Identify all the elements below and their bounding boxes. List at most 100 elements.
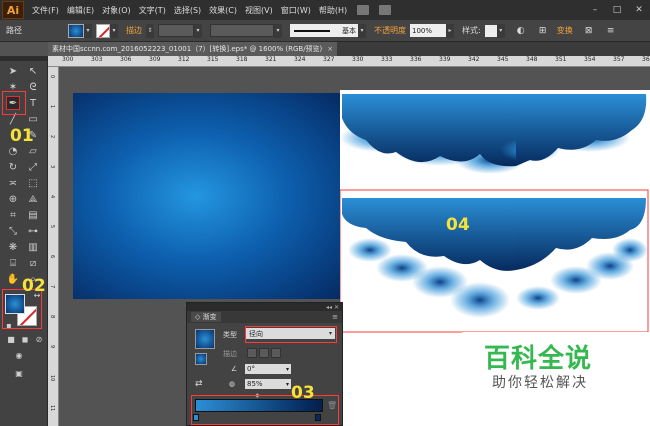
- slice-icon[interactable]: ⧄: [26, 256, 40, 270]
- none-mode-icon[interactable]: ⊘: [32, 332, 46, 346]
- stroke-weight-field[interactable]: [158, 24, 194, 37]
- mesh-icon[interactable]: ⌗: [6, 208, 20, 222]
- recolor-artwork-icon[interactable]: ◐: [515, 25, 527, 37]
- fill-dropdown-icon[interactable]: ▾: [84, 23, 92, 38]
- gradient-icon[interactable]: ▤: [26, 208, 40, 222]
- width-icon[interactable]: ≍: [6, 176, 20, 190]
- collapse-icon[interactable]: ◂◂ ✕: [326, 304, 339, 311]
- ruler-tick-label: 6: [49, 255, 55, 259]
- stroke-along-icon[interactable]: [259, 348, 269, 358]
- type-icon[interactable]: T: [26, 96, 40, 110]
- stroke-weight-stepper[interactable]: ⇕: [146, 23, 154, 38]
- opacity-link[interactable]: 不透明度: [374, 25, 406, 36]
- screen-mode-icon[interactable]: ▣: [12, 366, 26, 380]
- document-tab[interactable]: 素材中国sccnn.com_2016052223_01001（7）[转换].ep…: [48, 42, 338, 56]
- arrange-documents-icon[interactable]: [379, 5, 392, 15]
- stroke-dropdown-icon[interactable]: ▾: [110, 23, 118, 38]
- ruler-tick-label: 300: [62, 56, 74, 63]
- brush-dropdown[interactable]: ▾: [358, 23, 366, 38]
- perspective-icon[interactable]: ⟁: [26, 192, 40, 206]
- menu-file[interactable]: 文件(F): [32, 5, 59, 16]
- stroke-label: 描边: [223, 350, 237, 358]
- stroke-weight-dropdown[interactable]: ▾: [194, 23, 202, 38]
- stroke-across-icon[interactable]: [271, 348, 281, 358]
- opacity-field[interactable]: 100%: [410, 24, 446, 37]
- transform-link[interactable]: 变换: [557, 25, 573, 36]
- fill-color-box[interactable]: [5, 294, 25, 314]
- menu-edit[interactable]: 编辑(E): [67, 5, 94, 16]
- rotate-icon[interactable]: ↻: [6, 160, 20, 174]
- lasso-icon[interactable]: ᘓ: [26, 80, 40, 94]
- ruler-tick-label: 348: [526, 56, 538, 63]
- ruler-tick-label: 354: [584, 56, 596, 63]
- minimize-icon[interactable]: –: [584, 0, 606, 20]
- cloud-bottom-left[interactable]: [342, 198, 516, 318]
- cloud-bottom-right[interactable]: [516, 198, 648, 310]
- gradient-mode-icon[interactable]: ◼: [18, 332, 32, 346]
- close-tab-icon[interactable]: ×: [327, 45, 333, 53]
- cloud-top-right[interactable]: [500, 94, 647, 166]
- brush-definition[interactable]: 基本: [290, 24, 358, 37]
- eraser-icon[interactable]: ▱: [26, 144, 40, 158]
- ruler-tick-label: 351: [555, 56, 567, 63]
- fill-swatch[interactable]: [68, 23, 84, 38]
- illustrator-logo: Ai: [2, 1, 24, 19]
- aspect-ratio-value: 85%: [247, 380, 263, 388]
- draw-mode-icon[interactable]: ◉: [12, 348, 26, 362]
- ruler-tick-label: 9: [49, 345, 55, 349]
- rectangle-icon[interactable]: ▭: [26, 112, 40, 126]
- step-02-label: 02: [22, 276, 46, 296]
- panel-menu-icon[interactable]: ≡: [332, 313, 338, 321]
- color-mode-icon[interactable]: ■: [4, 332, 18, 346]
- variable-width-dropdown[interactable]: ▾: [274, 23, 282, 38]
- direct-selection-icon[interactable]: ↖: [26, 64, 40, 78]
- shape-builder-icon[interactable]: ⊕: [6, 192, 20, 206]
- blend-icon[interactable]: ⊶: [26, 224, 40, 238]
- ruler-tick-label: 333: [381, 56, 393, 63]
- close-icon[interactable]: ✕: [628, 0, 650, 20]
- graphic-style-dropdown[interactable]: ▾: [496, 23, 505, 38]
- bridge-icon[interactable]: [357, 5, 370, 15]
- stroke-swatch[interactable]: [96, 23, 110, 38]
- scale-icon[interactable]: ⤢: [26, 160, 40, 174]
- blob-brush-icon[interactable]: ◔: [6, 144, 20, 158]
- tools-panel-header[interactable]: [0, 56, 47, 61]
- stroke-link[interactable]: 描边: [126, 25, 142, 36]
- menu-effect[interactable]: 效果(C): [209, 5, 237, 16]
- aspect-ratio-field[interactable]: 85% ▾: [245, 379, 291, 389]
- ruler-tick-label: 336: [410, 56, 422, 63]
- column-graph-icon[interactable]: ▥: [26, 240, 40, 254]
- align-icon[interactable]: ⊞: [537, 25, 549, 37]
- horizontal-ruler[interactable]: 300 303 306 309 312 315 318 321 324 327 330 333 336 3…: [48, 56, 650, 67]
- isolate-icon[interactable]: ⊠: [583, 25, 595, 37]
- menu-help[interactable]: 帮助(H): [319, 5, 347, 16]
- menu-view[interactable]: 视图(V): [245, 5, 273, 16]
- cloud-top-left[interactable]: [340, 94, 525, 174]
- menu-type[interactable]: 文字(T): [139, 5, 166, 16]
- gradient-rectangle[interactable]: [73, 93, 340, 299]
- panel-collapse-bar[interactable]: ◂◂ ✕: [187, 303, 342, 311]
- hand-icon[interactable]: ✋: [6, 272, 20, 286]
- menu-window[interactable]: 窗口(W): [281, 5, 311, 16]
- opacity-dropdown[interactable]: ▸: [446, 23, 454, 38]
- gradient-preview-swatch[interactable]: [195, 329, 215, 349]
- angle-field[interactable]: 0° ▾: [245, 364, 291, 374]
- selection-icon[interactable]: ➤: [6, 64, 20, 78]
- vertical-ruler[interactable]: 0 1 2 3 4 5 6 7 8 9 10 11: [48, 67, 59, 426]
- variable-width-field[interactable]: [210, 24, 274, 37]
- symbol-sprayer-icon[interactable]: ❋: [6, 240, 20, 254]
- menu-select[interactable]: 选择(S): [174, 5, 201, 16]
- gradient-fill-mini-swatch[interactable]: [195, 353, 207, 365]
- graphic-style-swatch[interactable]: [484, 24, 497, 37]
- reverse-gradient-icon[interactable]: ⇄: [195, 379, 203, 389]
- gradient-tab[interactable]: ◇ 渐变: [191, 312, 221, 322]
- eyedropper-icon[interactable]: ⤡: [6, 224, 20, 238]
- type-label: 类型: [223, 331, 237, 339]
- artboard-icon[interactable]: ⌸: [6, 256, 20, 270]
- watermark: 百科全说 助你轻松解决: [462, 332, 650, 426]
- maximize-icon[interactable]: □: [606, 0, 628, 20]
- free-transform-icon[interactable]: ⬚: [26, 176, 40, 190]
- menu-object[interactable]: 对象(O): [102, 5, 131, 16]
- panel-menu-icon[interactable]: ≡: [605, 25, 617, 37]
- stroke-within-icon[interactable]: [247, 348, 257, 358]
